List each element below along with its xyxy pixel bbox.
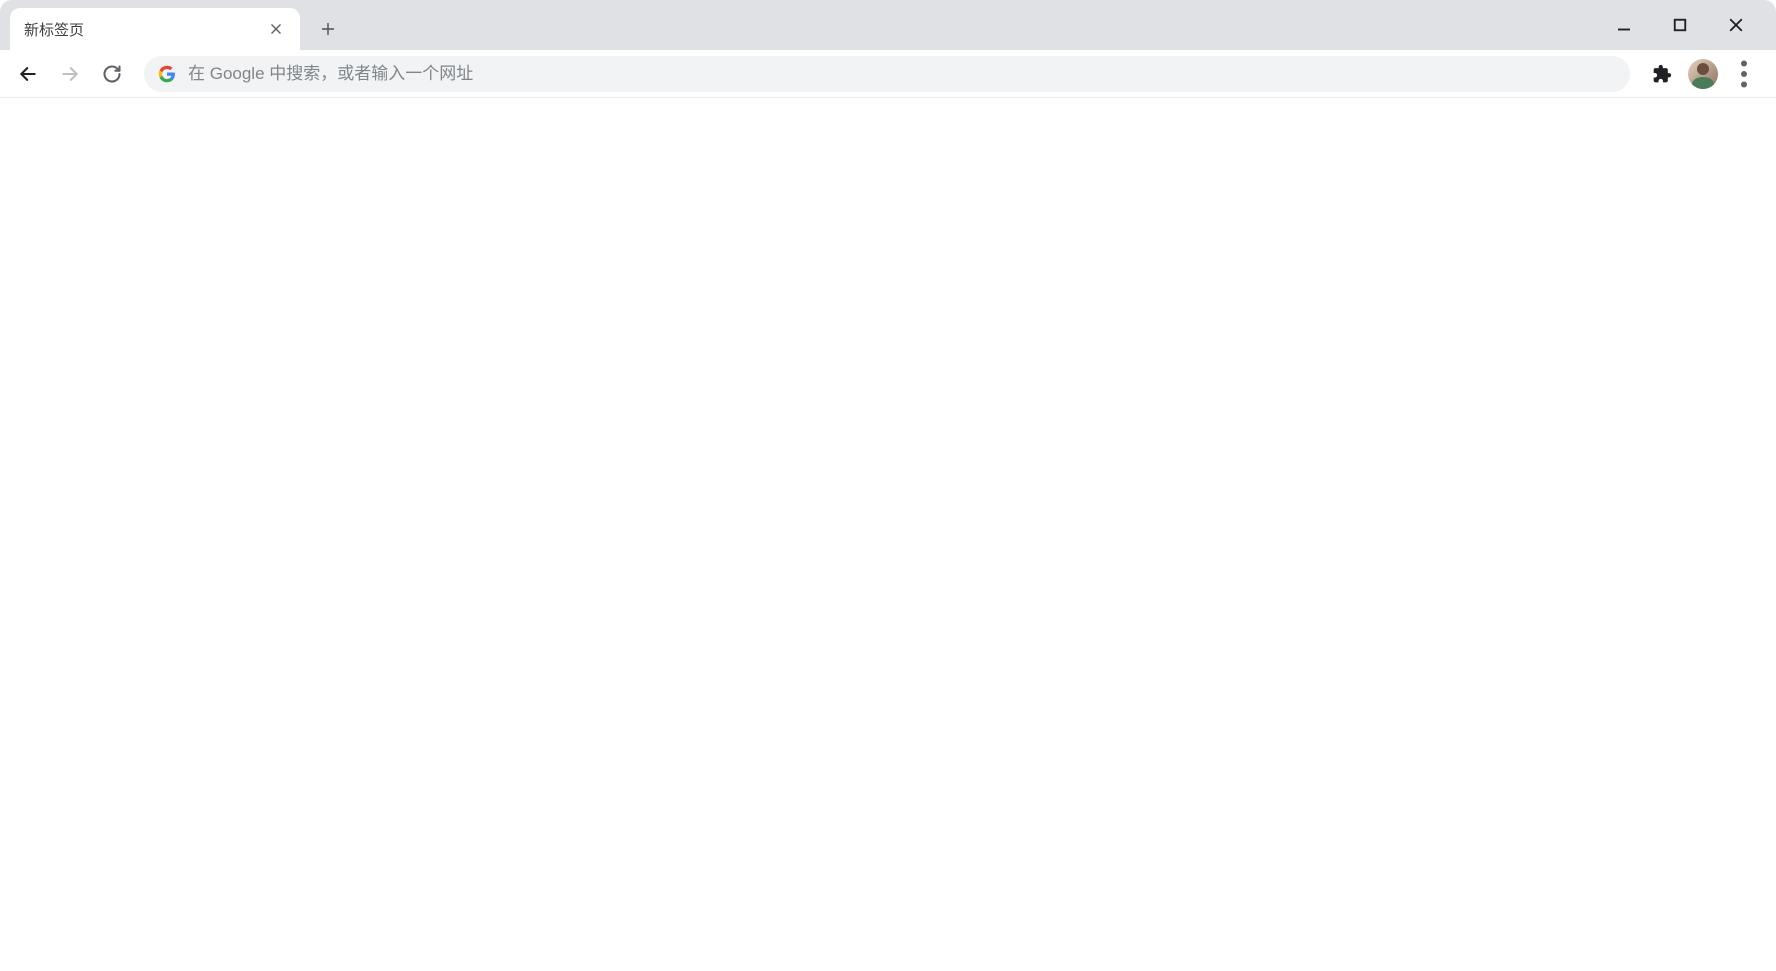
tab-active[interactable]: 新标签页 [10,8,300,50]
close-tab-button[interactable] [266,19,286,39]
extension-icon [1652,64,1672,84]
close-icon [269,22,283,36]
window-controls [1606,0,1768,50]
maximize-button[interactable] [1662,7,1698,43]
toolbar-right [1644,56,1766,92]
chrome-menu-button[interactable] [1726,56,1762,92]
arrow-right-icon [60,64,80,84]
page-content [0,98,1776,971]
google-icon [158,65,176,83]
tab-strip: 新标签页 [0,0,1776,50]
more-vert-icon [1726,56,1762,92]
reload-button[interactable] [94,56,130,92]
forward-button[interactable] [52,56,88,92]
reload-icon [102,64,122,84]
maximize-icon [1671,16,1689,34]
back-button[interactable] [10,56,46,92]
browser-window: 新标签页 [0,0,1776,971]
tab-title: 新标签页 [24,19,266,40]
minimize-icon [1615,16,1633,34]
close-window-button[interactable] [1718,7,1754,43]
minimize-button[interactable] [1606,7,1642,43]
new-tab-button[interactable] [310,11,346,47]
plus-icon [320,21,336,37]
toolbar [0,50,1776,98]
profile-avatar[interactable] [1688,59,1718,89]
arrow-left-icon [18,64,38,84]
extensions-button[interactable] [1644,56,1680,92]
address-bar[interactable] [144,56,1630,92]
omnibox-input[interactable] [188,64,1616,84]
close-icon [1727,16,1745,34]
